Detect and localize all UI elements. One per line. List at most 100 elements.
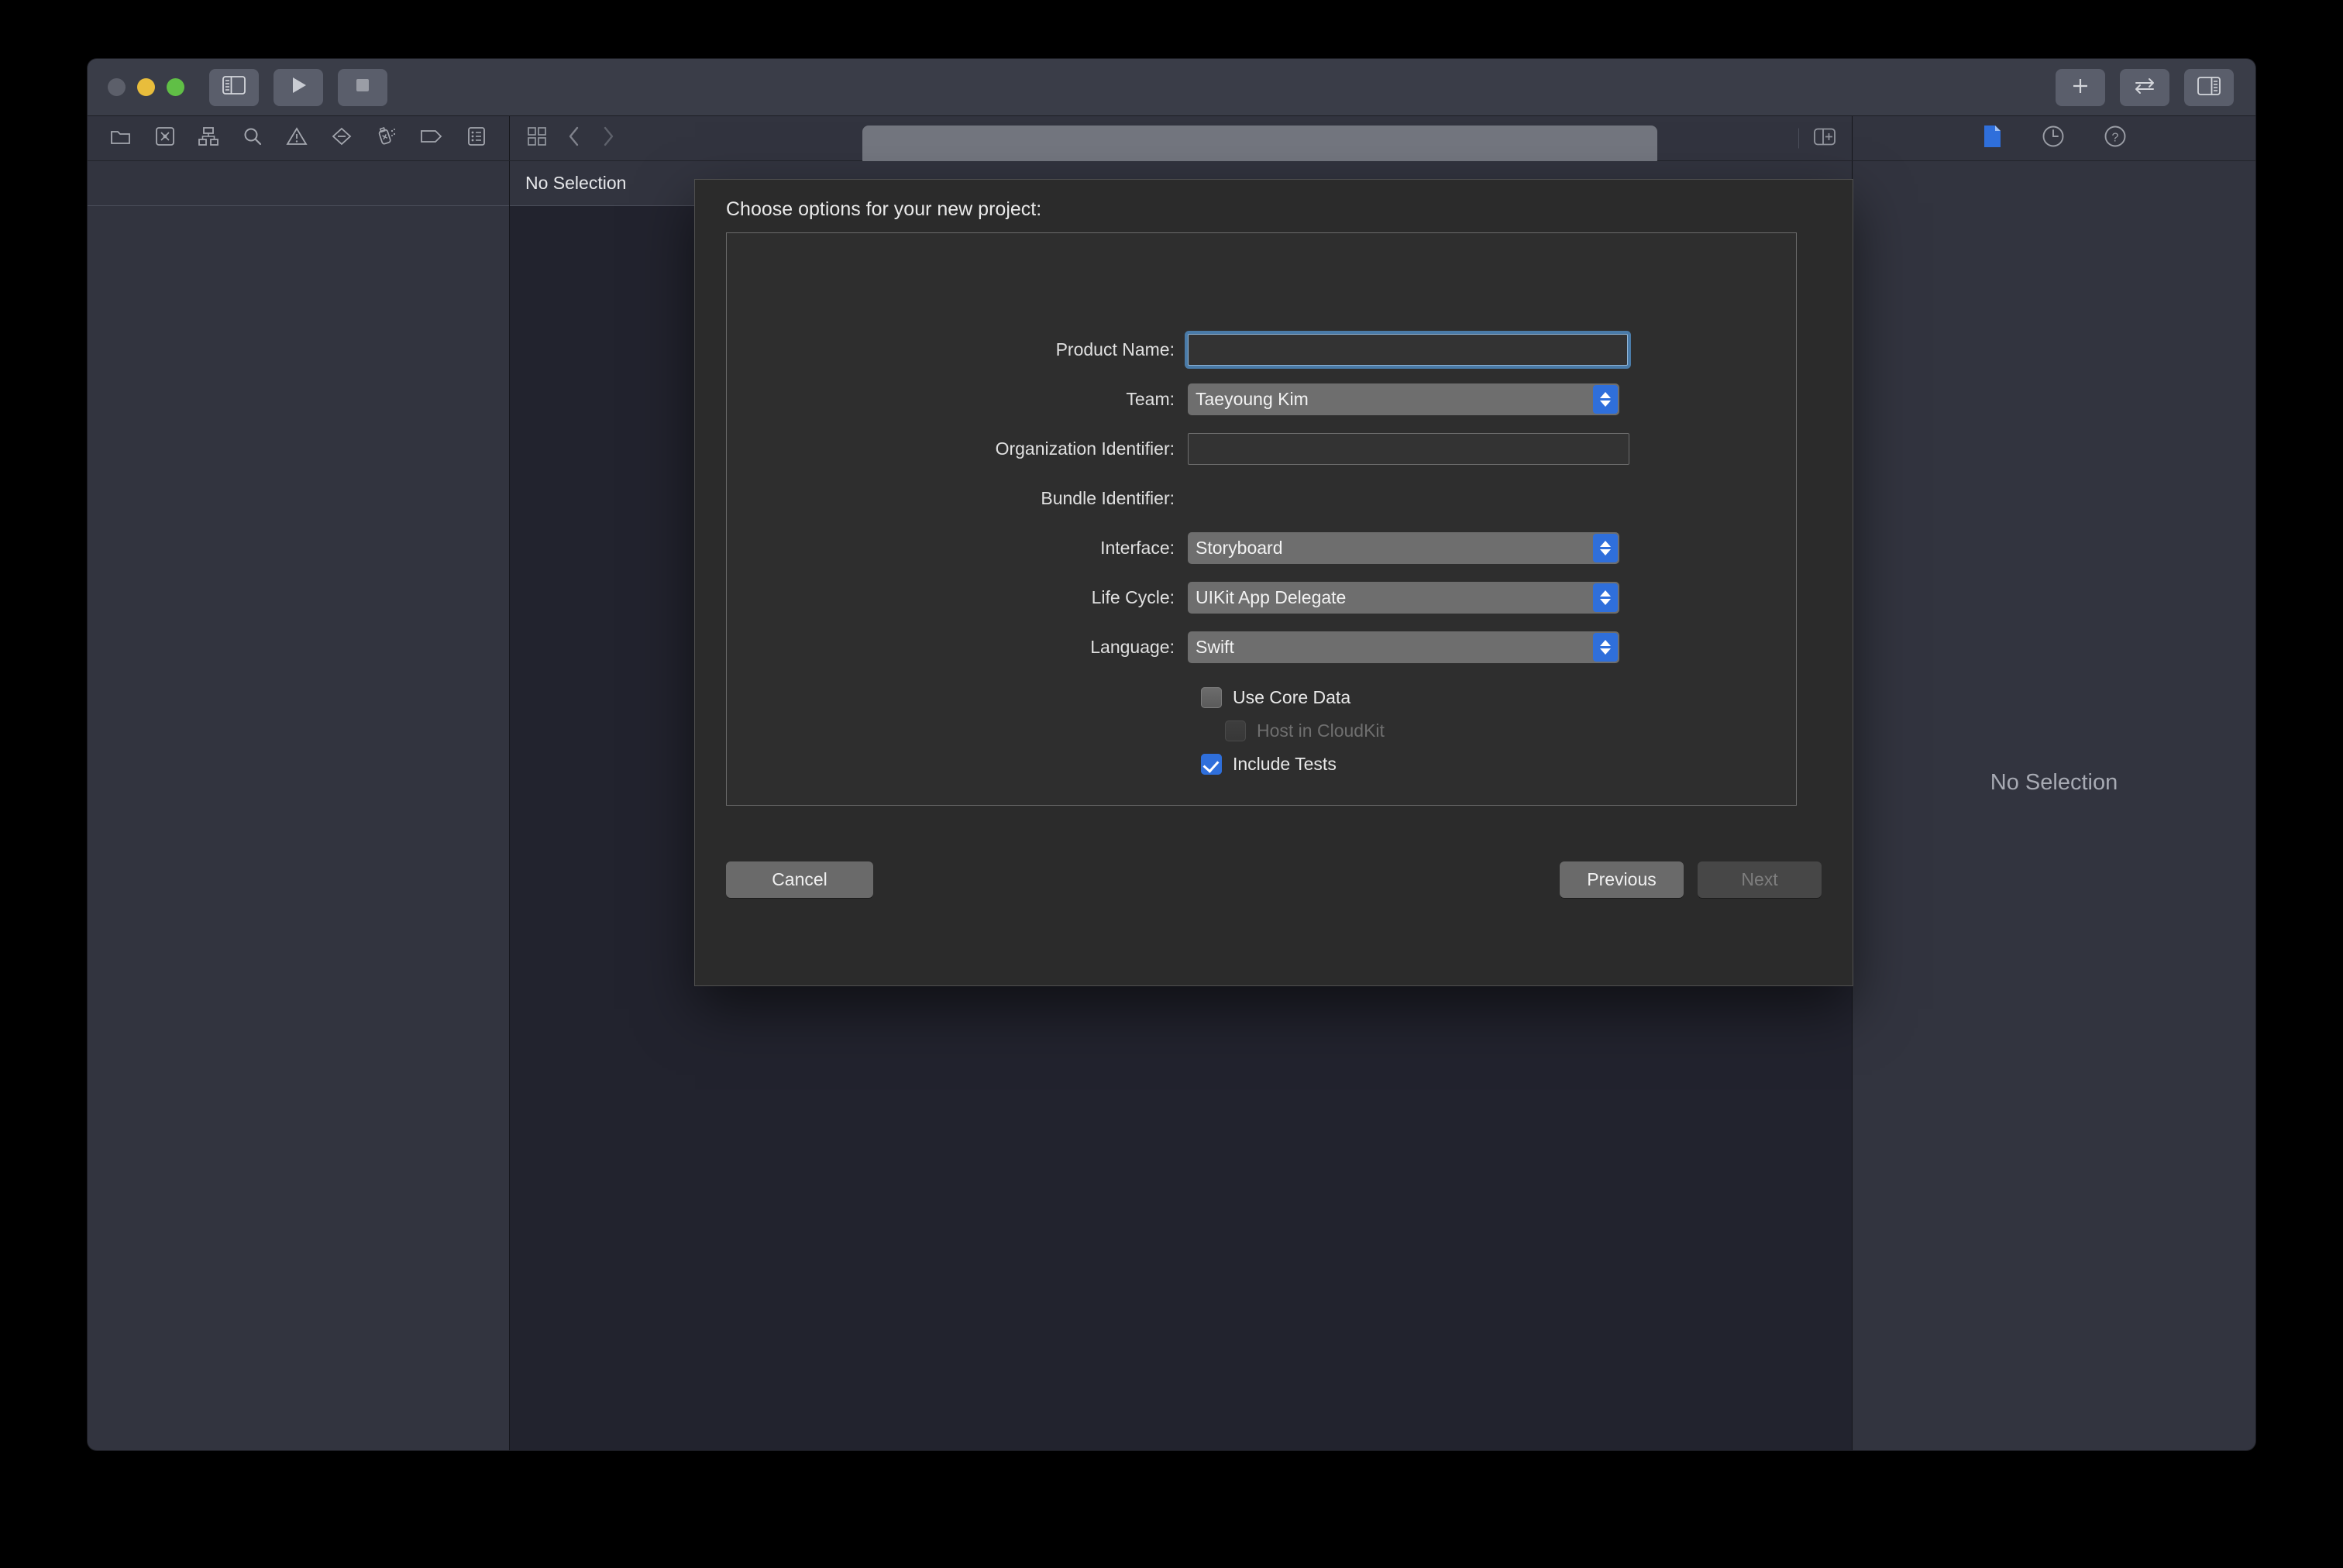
inspector-selector-bar: ? <box>1853 116 2255 160</box>
language-control: Swift <box>1188 631 1629 663</box>
stepper-arrows-icon[interactable] <box>1593 633 1618 662</box>
form-row-bundle-identifier: Bundle Identifier: <box>727 483 1796 514</box>
quick-help-inspector-icon[interactable]: ? <box>2104 125 2127 152</box>
navigator-panel <box>88 161 510 1450</box>
product-name-input[interactable] <box>1188 334 1628 366</box>
include-tests-checkbox[interactable] <box>1201 754 1222 775</box>
sheet-title: Choose options for your new project: <box>726 198 1042 220</box>
history-inspector-icon[interactable] <box>2042 125 2065 152</box>
jump-bar-label: No Selection <box>525 173 627 193</box>
options-form: Product Name: Team: Taeyoung Kim Organiz… <box>727 233 1796 786</box>
swap-arrows-icon <box>2132 76 2157 100</box>
organization-identifier-control <box>1188 433 1629 465</box>
interface-label: Interface: <box>1100 538 1175 558</box>
swap-button[interactable] <box>2120 69 2169 106</box>
issue-navigator-icon[interactable] <box>286 126 308 150</box>
organization-identifier-input[interactable] <box>1188 433 1629 465</box>
close-window-button[interactable] <box>108 78 126 96</box>
inspector-toggle-button[interactable] <box>2184 69 2234 106</box>
next-button: Next <box>1698 861 1822 898</box>
bundle-identifier-label: Bundle Identifier: <box>1041 488 1175 508</box>
life-cycle-control: UIKit App Delegate <box>1188 582 1629 614</box>
navigator-toggle-button[interactable] <box>209 68 259 106</box>
inspector-panel: No Selection <box>1853 161 2255 1450</box>
sidebar-right-icon <box>2197 76 2221 99</box>
new-project-options-sheet: Choose options for your new project: Pro… <box>695 180 1853 985</box>
add-button[interactable] <box>2056 69 2105 106</box>
cancel-button[interactable]: Cancel <box>726 861 873 898</box>
svg-text:?: ? <box>2112 132 2119 145</box>
previous-button[interactable]: Previous <box>1560 861 1684 898</box>
organization-identifier-label: Organization Identifier: <box>995 438 1175 459</box>
navigate-back-icon[interactable] <box>567 126 581 151</box>
navigator-tree[interactable] <box>88 206 509 1450</box>
navigate-forward-icon[interactable] <box>601 126 615 151</box>
checkbox-row-use-core-data[interactable]: Use Core Data <box>1201 686 1796 710</box>
symbol-navigator-icon[interactable] <box>198 126 219 150</box>
stepper-arrows-icon[interactable] <box>1593 583 1618 612</box>
language-select[interactable]: Swift <box>1188 631 1619 663</box>
add-editor-icon[interactable] <box>1813 126 1836 150</box>
project-navigator-icon[interactable] <box>110 127 132 150</box>
test-navigator-icon[interactable] <box>375 126 397 150</box>
minimize-window-button[interactable] <box>137 78 155 96</box>
interface-value: Storyboard <box>1196 538 1283 558</box>
jump-bar-icons <box>527 126 615 151</box>
product-name-control <box>1188 334 1629 366</box>
xcode-window: ? No Selection No Selection Choose optio… <box>88 59 2255 1450</box>
use-core-data-checkbox[interactable] <box>1201 687 1222 708</box>
titlebar-left-buttons <box>209 68 387 106</box>
language-value: Swift <box>1196 637 1234 657</box>
team-value: Taeyoung Kim <box>1196 389 1309 409</box>
life-cycle-value: UIKit App Delegate <box>1196 587 1347 607</box>
find-navigator-icon[interactable] <box>243 126 263 150</box>
checkbox-row-host-in-cloudkit: Host in CloudKit <box>1201 719 1796 743</box>
stop-button[interactable] <box>338 68 387 106</box>
sheet-button-bar: Cancel Previous Next <box>726 861 1822 898</box>
interface-select[interactable]: Storyboard <box>1188 532 1619 564</box>
run-button[interactable] <box>274 68 323 106</box>
source-control-navigator-icon[interactable] <box>155 126 175 150</box>
maximize-window-button[interactable] <box>167 78 184 96</box>
language-label: Language: <box>1090 637 1175 657</box>
breakpoint-navigator-icon[interactable] <box>331 126 353 150</box>
team-select[interactable]: Taeyoung Kim <box>1188 383 1619 415</box>
options-checkbox-group: Use Core Data Host in CloudKit Include T… <box>727 686 1796 776</box>
titlebar-right-buttons <box>2056 69 2234 106</box>
sheet-options-panel: Product Name: Team: Taeyoung Kim Organiz… <box>726 232 1797 806</box>
stop-icon <box>354 77 371 98</box>
navigator-filter-bar[interactable] <box>88 161 509 206</box>
checkbox-row-include-tests[interactable]: Include Tests <box>1201 752 1796 776</box>
play-icon <box>288 75 308 99</box>
plus-icon <box>2069 75 2091 101</box>
host-in-cloudkit-label: Host in CloudKit <box>1257 720 1385 741</box>
include-tests-label: Include Tests <box>1233 754 1337 774</box>
file-inspector-icon[interactable] <box>1981 124 2003 153</box>
bundle-identifier-control <box>1188 483 1629 514</box>
window-titlebar <box>88 59 2255 166</box>
selector-toolbar-row: ? <box>88 116 2255 161</box>
toolbar-divider <box>1798 128 1799 149</box>
sidebar-left-icon <box>222 76 246 98</box>
use-core-data-label: Use Core Data <box>1233 687 1351 707</box>
inspector-empty-state: No Selection <box>1990 769 2118 795</box>
related-items-icon[interactable] <box>527 126 547 150</box>
navigator-selector-bar <box>88 116 510 160</box>
stepper-arrows-icon[interactable] <box>1593 534 1618 562</box>
report-navigator-icon[interactable] <box>466 126 487 150</box>
interface-control: Storyboard <box>1188 532 1629 564</box>
traffic-light-group <box>108 78 184 96</box>
form-row-team: Team: Taeyoung Kim <box>727 383 1796 415</box>
team-label: Team: <box>1126 389 1175 409</box>
life-cycle-label: Life Cycle: <box>1091 587 1175 607</box>
tag-navigator-icon[interactable] <box>420 128 443 149</box>
host-in-cloudkit-checkbox <box>1225 720 1246 741</box>
form-row-product-name: Product Name: <box>727 334 1796 366</box>
editor-options-group <box>1798 126 1836 150</box>
life-cycle-select[interactable]: UIKit App Delegate <box>1188 582 1619 614</box>
form-row-organization-identifier: Organization Identifier: <box>727 433 1796 465</box>
form-row-interface: Interface: Storyboard <box>727 532 1796 564</box>
stepper-arrows-icon[interactable] <box>1593 385 1618 414</box>
team-control: Taeyoung Kim <box>1188 383 1629 415</box>
editor-jump-bar-toolbar <box>510 116 1853 160</box>
